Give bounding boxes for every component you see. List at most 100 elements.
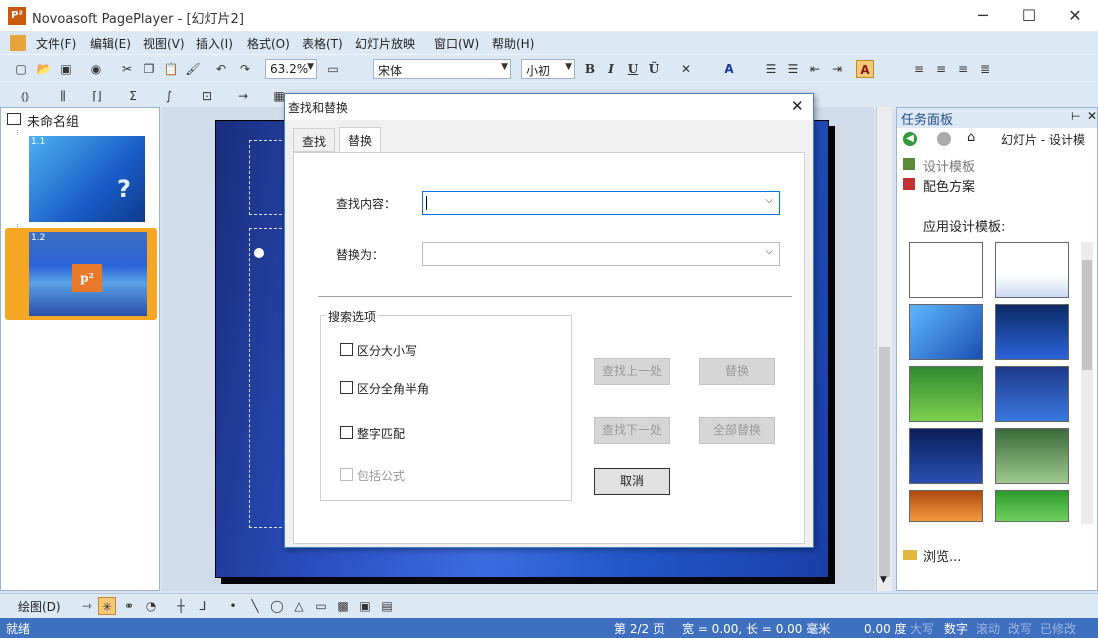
link-color-scheme[interactable]: 配色方案: [923, 176, 975, 195]
rotate-icon[interactable]: ◔: [142, 597, 160, 615]
whole-word-checkbox[interactable]: [340, 426, 353, 439]
accent-button[interactable]: Ũ: [645, 60, 663, 78]
new-icon[interactable]: ▢: [12, 60, 30, 78]
font-size-select[interactable]: 小初 ▼: [521, 59, 575, 79]
template-thumb-5[interactable]: [909, 366, 983, 422]
vertical-scrollbar[interactable]: ▼: [876, 107, 892, 591]
play-icon[interactable]: ◉: [87, 60, 105, 78]
format-painter-icon[interactable]: 🖌: [184, 60, 202, 78]
task-pane-close-icon[interactable]: ✕: [1087, 109, 1097, 123]
dialog-close-icon[interactable]: ✕: [791, 97, 804, 115]
triangle-icon[interactable]: △: [290, 597, 308, 615]
undo-icon[interactable]: ↶: [212, 60, 230, 78]
chevron-down-icon[interactable]: ⌵: [765, 246, 773, 257]
template-thumb-1[interactable]: [909, 242, 983, 298]
replace-button[interactable]: 替换: [699, 358, 775, 385]
include-formula-label[interactable]: 包括公式: [357, 467, 405, 484]
sum-icon[interactable]: Σ: [124, 87, 142, 105]
menu-format[interactable]: 格式(O): [247, 35, 290, 52]
slide-thumbnail-2[interactable]: 1.2 p²: [5, 228, 157, 320]
include-formula-checkbox[interactable]: [340, 468, 353, 481]
replace-all-button[interactable]: 全部替换: [699, 417, 775, 444]
indent-increase-icon[interactable]: ⇥: [828, 60, 846, 78]
line-icon[interactable]: ╲: [246, 597, 264, 615]
text-frame-icon[interactable]: ▤: [378, 597, 396, 615]
menu-table[interactable]: 表格(T): [302, 35, 343, 52]
axis-icon[interactable]: ┼: [172, 597, 190, 615]
link-design-template[interactable]: 设计模板: [923, 156, 975, 175]
home-icon[interactable]: ⌂: [967, 130, 975, 145]
match-case-label[interactable]: 区分大小写: [357, 342, 417, 359]
find-input[interactable]: ⌵: [422, 191, 780, 215]
draw-menu[interactable]: 绘图(D): [18, 598, 61, 615]
point-icon[interactable]: •: [224, 597, 242, 615]
arrow-icon[interactable]: →: [234, 87, 252, 105]
fraction-icon[interactable]: ⊡: [198, 87, 216, 105]
cut-icon[interactable]: ✂: [118, 60, 136, 78]
template-thumb-10[interactable]: [995, 490, 1069, 522]
whole-word-label[interactable]: 整字匹配: [357, 425, 405, 442]
minimize-button[interactable]: ─: [960, 0, 1006, 32]
menu-window[interactable]: 窗口(W): [434, 35, 479, 52]
menu-help[interactable]: 帮助(H): [492, 35, 534, 52]
bullets-icon[interactable]: ☰: [784, 60, 802, 78]
align-center-icon[interactable]: ≡: [932, 60, 950, 78]
view-mode-icon[interactable]: ▭: [324, 60, 342, 78]
italic-button[interactable]: I: [602, 60, 620, 78]
template-thumb-8[interactable]: [995, 428, 1069, 484]
bracket-icon[interactable]: ⫼: [54, 87, 72, 105]
paste-icon[interactable]: 📋: [162, 60, 180, 78]
justify-icon[interactable]: ≣: [976, 60, 994, 78]
template-thumb-9[interactable]: [909, 490, 983, 522]
save-icon[interactable]: ▣: [57, 60, 75, 78]
indent-decrease-icon[interactable]: ⇤: [806, 60, 824, 78]
redo-icon[interactable]: ↷: [236, 60, 254, 78]
scroll-down-icon[interactable]: ▼: [880, 575, 887, 585]
numbering-icon[interactable]: ☰: [762, 60, 780, 78]
rectangle-icon[interactable]: ▭: [312, 597, 330, 615]
template-thumb-4[interactable]: [995, 304, 1069, 360]
effects-icon[interactable]: ✕: [677, 60, 695, 78]
find-previous-button[interactable]: 查找上一处: [594, 358, 670, 385]
replace-input[interactable]: ⌵: [422, 242, 780, 266]
scroll-thumb[interactable]: [879, 347, 890, 577]
curve-axis-icon[interactable]: ⅃: [194, 597, 212, 615]
template-thumb-7[interactable]: [909, 428, 983, 484]
underline-button[interactable]: U: [624, 60, 642, 78]
match-width-checkbox[interactable]: [340, 381, 353, 394]
group-icon[interactable]: ⦅⦆: [16, 87, 34, 105]
font-select[interactable]: 宋体 ▼: [373, 59, 511, 79]
menu-file[interactable]: 文件(F): [36, 35, 76, 52]
back-icon[interactable]: ◀: [903, 132, 917, 146]
pin-icon[interactable]: ⊢: [1071, 110, 1081, 123]
template-thumb-2[interactable]: [995, 242, 1069, 298]
task-pane-nav[interactable]: 幻灯片 - 设计模: [1001, 131, 1085, 148]
close-button[interactable]: ✕: [1052, 0, 1098, 32]
template-thumb-6[interactable]: [995, 366, 1069, 422]
ellipse-icon[interactable]: ◯: [268, 597, 286, 615]
chevron-down-icon[interactable]: ⌵: [765, 195, 773, 206]
forward-icon[interactable]: [937, 132, 951, 146]
text-style-icon[interactable]: A: [856, 60, 874, 78]
image-frame-icon[interactable]: ▣: [356, 597, 374, 615]
scroll-thumb[interactable]: [1082, 260, 1092, 370]
tab-find[interactable]: 查找: [293, 128, 336, 152]
matrix-icon[interactable]: ⌈⌋: [88, 87, 106, 105]
menu-view[interactable]: 视图(V): [143, 35, 185, 52]
font-color-icon[interactable]: A: [720, 60, 738, 78]
slide-thumbnail-1[interactable]: 1.1 ?: [7, 135, 157, 223]
match-case-checkbox[interactable]: [340, 343, 353, 356]
zoom-select[interactable]: 63.2% ▼: [265, 59, 317, 79]
maximize-button[interactable]: ☐: [1006, 0, 1052, 32]
align-left-icon[interactable]: ≡: [910, 60, 928, 78]
template-thumb-3[interactable]: [909, 304, 983, 360]
browse-link[interactable]: 浏览...: [923, 546, 961, 565]
menu-edit[interactable]: 编辑(E): [90, 35, 131, 52]
template-scrollbar[interactable]: [1081, 242, 1093, 524]
find-next-button[interactable]: 查找下一处: [594, 417, 670, 444]
integral-icon[interactable]: ∫: [160, 87, 178, 105]
select-icon[interactable]: ✳: [98, 597, 116, 615]
connect-icon[interactable]: ⚭: [120, 597, 138, 615]
copy-icon[interactable]: ❐: [140, 60, 158, 78]
bold-button[interactable]: B: [581, 60, 599, 78]
